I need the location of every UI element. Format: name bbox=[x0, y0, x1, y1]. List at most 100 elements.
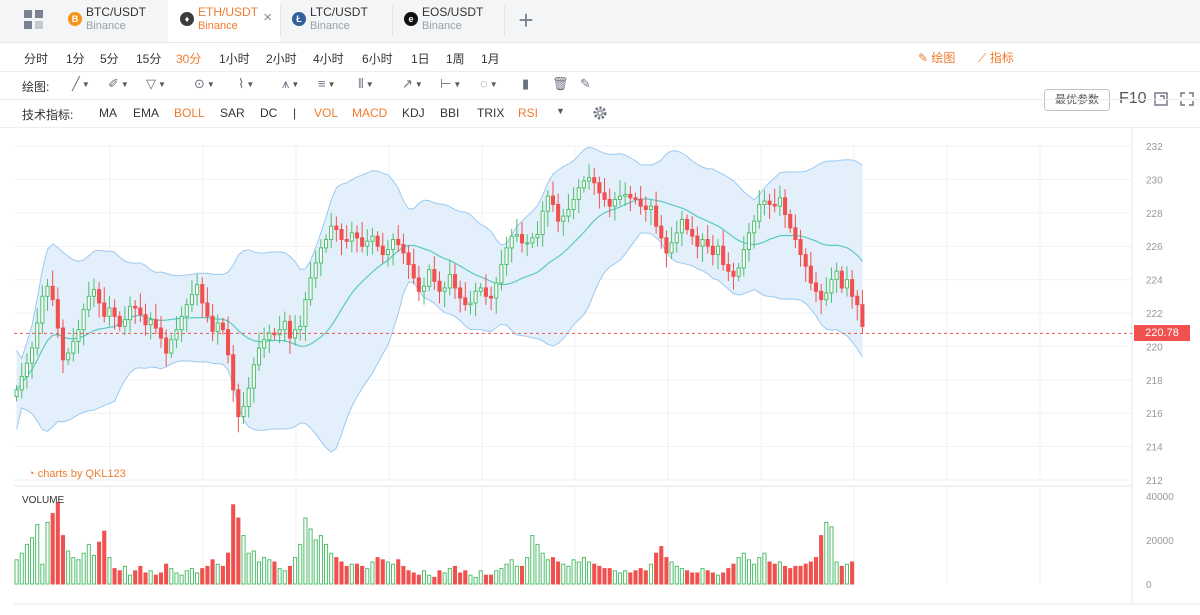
pattern-tool-icon[interactable]: ⩚ ▼ bbox=[282, 76, 312, 94]
candle-body bbox=[566, 208, 571, 217]
candle-body bbox=[380, 245, 385, 256]
grid-menu-icon[interactable] bbox=[14, 9, 54, 37]
close-tab-icon[interactable]: × bbox=[263, 9, 272, 26]
candle-body bbox=[164, 337, 169, 354]
indicator-more-caret-icon[interactable]: ▼ bbox=[556, 106, 565, 116]
chart-area[interactable]: 232 230 228 226 224 222 220 218 216 214 212 40000 20… bbox=[0, 128, 1200, 610]
candle-body bbox=[339, 229, 344, 241]
volume-bar bbox=[473, 576, 478, 585]
indicator-trix[interactable]: TRIX bbox=[477, 106, 504, 120]
period-2[interactable]: 5分 bbox=[100, 50, 119, 67]
candle-body bbox=[463, 297, 468, 306]
trash-icon[interactable]: 🗑 bbox=[552, 76, 582, 94]
dropdown-caret-icon[interactable]: ▼ bbox=[82, 80, 90, 89]
candlestick-chart[interactable]: 232 230 228 226 224 222 220 218 216 214 212 40000 20… bbox=[0, 128, 1200, 610]
zigzag-tool-icon[interactable]: ⌇ ▼ bbox=[238, 76, 268, 94]
candle-body bbox=[200, 284, 205, 304]
volume-bar bbox=[612, 570, 617, 585]
candle-body bbox=[458, 287, 463, 299]
tab-eos-usdt[interactable]: e EOS/USDT Binance bbox=[392, 0, 504, 42]
volume-bar bbox=[432, 576, 437, 585]
indicator-ma[interactable]: MA bbox=[99, 106, 117, 120]
draw-button[interactable]: ✎ 绘图 bbox=[918, 49, 955, 66]
dropdown-caret-icon[interactable]: ▼ bbox=[366, 80, 374, 89]
period-1[interactable]: 1分 bbox=[66, 50, 85, 67]
dropdown-caret-icon[interactable]: ▼ bbox=[490, 80, 498, 89]
volume-bar bbox=[215, 563, 220, 585]
candle-body bbox=[690, 229, 695, 237]
indicator-dc[interactable]: DC bbox=[260, 106, 277, 120]
dropdown-caret-icon[interactable]: ▼ bbox=[328, 80, 336, 89]
arrow-tool-icon[interactable]: ↗ ▼ bbox=[402, 76, 432, 94]
candle-body bbox=[803, 254, 808, 267]
indicator-boll[interactable]: BOLL bbox=[174, 106, 205, 120]
candle-body bbox=[205, 302, 210, 317]
coin-icon: B bbox=[68, 12, 82, 26]
candle-body bbox=[628, 193, 633, 199]
indicator-kdj[interactable]: KDJ bbox=[402, 106, 425, 120]
indicator-bbi[interactable]: BBI bbox=[440, 106, 459, 120]
period-4[interactable]: 30分 bbox=[176, 50, 201, 67]
volume-bar bbox=[700, 568, 705, 585]
tab-eth-usdt[interactable]: ♦ ETH/USDT Binance × bbox=[168, 0, 280, 42]
comment-icon[interactable]: ◌ ▼ bbox=[480, 76, 510, 94]
candle-body bbox=[504, 247, 509, 266]
settings-gear-icon[interactable] bbox=[592, 105, 608, 121]
dropdown-caret-icon[interactable]: ▼ bbox=[291, 80, 299, 89]
period-11[interactable]: 1月 bbox=[481, 50, 500, 67]
candle-body bbox=[148, 319, 153, 326]
indicator-macd[interactable]: MACD bbox=[352, 106, 387, 120]
qkl-logo-icon: ◔ bbox=[28, 468, 35, 480]
indicator-vol[interactable]: VOL bbox=[314, 106, 338, 120]
indicator-ema[interactable]: EMA bbox=[133, 106, 159, 120]
tab-btc-usdt[interactable]: B BTC/USDT Binance bbox=[56, 0, 168, 42]
dropdown-caret-icon[interactable]: ▼ bbox=[121, 80, 129, 89]
bar-marker-icon[interactable]: ▮ bbox=[522, 76, 552, 94]
volume-bar bbox=[138, 565, 143, 585]
candle-body bbox=[396, 239, 401, 246]
line-tool-icon[interactable]: ╱ ▼ bbox=[72, 76, 102, 94]
add-tab-button[interactable]: + bbox=[504, 0, 548, 42]
volume-bar bbox=[401, 565, 406, 585]
pen-tool-icon[interactable]: ✐ ▼ bbox=[108, 76, 138, 94]
period-5[interactable]: 1小时 bbox=[219, 50, 250, 67]
period-3[interactable]: 15分 bbox=[136, 50, 161, 67]
dropdown-caret-icon[interactable]: ▼ bbox=[158, 80, 166, 89]
drawing-toolbar: 绘图: ╱ ▼ ✐ ▼ ▽ ▼ ⊙ ▼ ⌇ ▼ ⩚ ▼ ≡ ▼ ⦀ ▼ ↗ ▼ ⊢ ▼ ◌ ▼ ▮ 🗑 ✎ bbox=[0, 71, 1200, 100]
period-6[interactable]: 2小时 bbox=[266, 50, 297, 67]
volume-bar bbox=[117, 570, 122, 585]
indicator-sar[interactable]: SAR bbox=[220, 106, 245, 120]
period-10[interactable]: 1周 bbox=[446, 50, 465, 67]
period-0[interactable]: 分时 bbox=[24, 50, 48, 67]
volume-bar bbox=[710, 572, 715, 585]
dropdown-caret-icon[interactable]: ▼ bbox=[207, 80, 215, 89]
volume-bar bbox=[133, 570, 138, 585]
volume-bar bbox=[282, 570, 287, 585]
range-tool-icon[interactable]: ⊢ ▼ bbox=[440, 76, 470, 94]
dropdown-caret-icon[interactable]: ▼ bbox=[246, 80, 254, 89]
volume-bar bbox=[571, 559, 576, 585]
period-9[interactable]: 1日 bbox=[411, 50, 430, 67]
dropdown-caret-icon[interactable]: ▼ bbox=[415, 80, 423, 89]
gann-icon[interactable]: ⦀ ▼ bbox=[358, 76, 388, 94]
candle-body bbox=[597, 182, 602, 194]
dropdown-caret-icon[interactable]: ▼ bbox=[453, 80, 461, 89]
candle-body bbox=[855, 295, 860, 306]
tab-ltc-usdt[interactable]: Ł LTC/USDT Binance bbox=[280, 0, 392, 42]
indicator-rsi[interactable]: RSI bbox=[518, 106, 538, 120]
volume-bar bbox=[293, 557, 298, 585]
coin-icon: e bbox=[404, 12, 418, 26]
indicator-button[interactable]: ⟋ 指标 bbox=[978, 49, 1014, 66]
circle-tool-icon[interactable]: ⊙ ▼ bbox=[194, 76, 224, 94]
tab-exchange-name: Binance bbox=[310, 20, 350, 32]
period-7[interactable]: 4小时 bbox=[313, 50, 344, 67]
period-8[interactable]: 6小时 bbox=[362, 50, 393, 67]
candle-body bbox=[189, 294, 194, 306]
candle-body bbox=[329, 225, 334, 241]
volume-bar bbox=[251, 550, 256, 585]
triangle-tool-icon[interactable]: ▽ ▼ bbox=[146, 76, 176, 94]
fib-lines-icon[interactable]: ≡ ▼ bbox=[318, 76, 348, 94]
candle-body bbox=[102, 302, 107, 317]
brush-icon[interactable]: ✎ bbox=[580, 76, 610, 94]
volume-bar bbox=[303, 517, 308, 585]
